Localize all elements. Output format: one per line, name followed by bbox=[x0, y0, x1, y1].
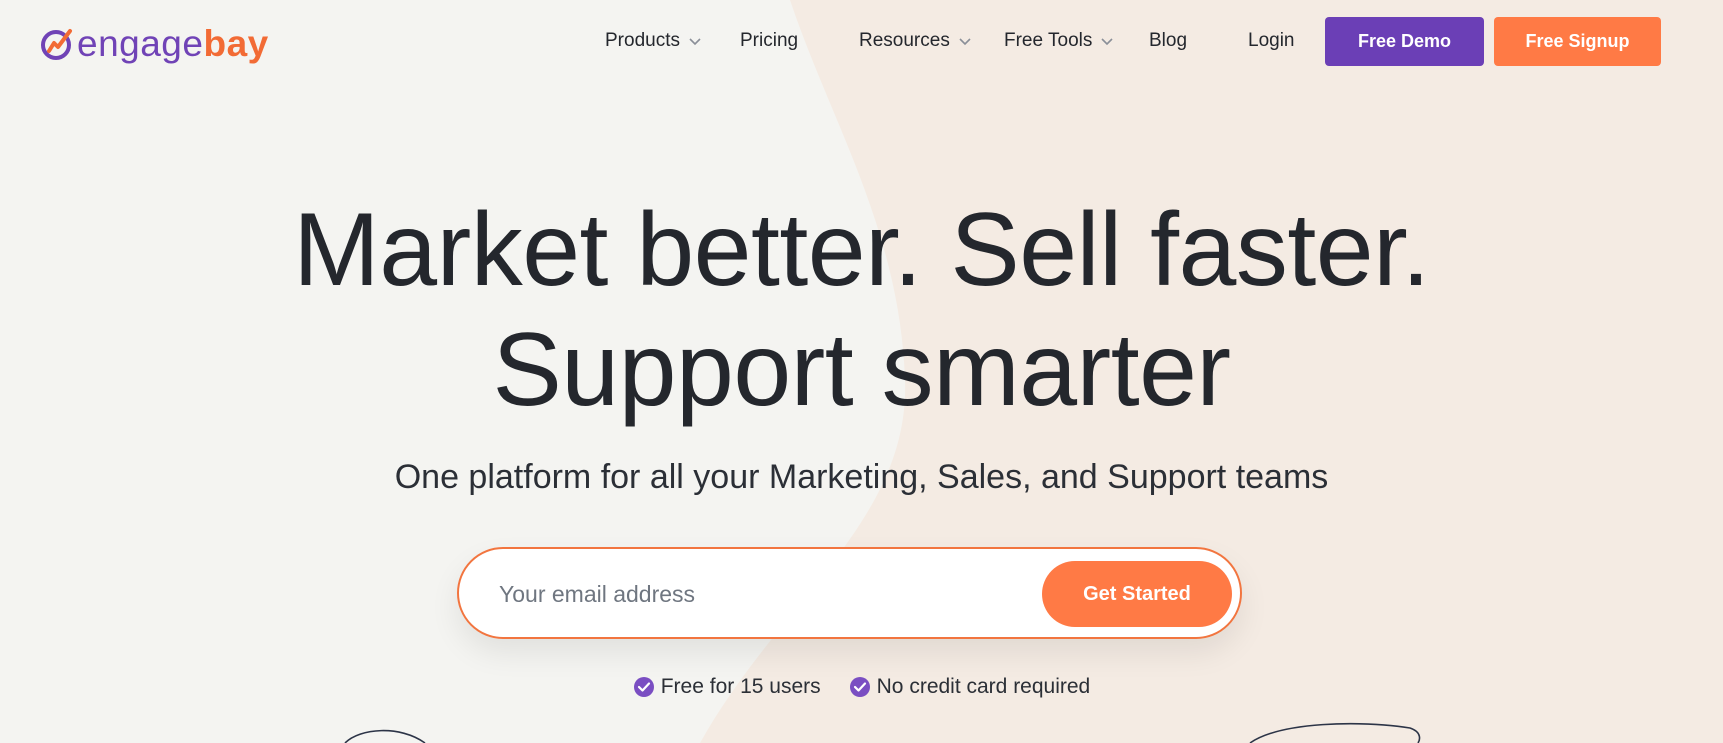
hero-headline: Market better. Sell faster. Support smar… bbox=[0, 190, 1723, 430]
chevron-down-icon bbox=[689, 38, 701, 46]
nav-products-label: Products bbox=[605, 30, 680, 51]
nav-pricing[interactable]: Pricing bbox=[740, 30, 798, 52]
nav-free-tools-label: Free Tools bbox=[1004, 30, 1093, 51]
perk-label: No credit card required bbox=[876, 675, 1091, 698]
nav-resources-label: Resources bbox=[859, 30, 950, 51]
headline-line-1: Market better. Sell faster. bbox=[293, 192, 1430, 308]
nav-pricing-label: Pricing bbox=[740, 30, 799, 51]
logo-wordmark: engagebay bbox=[77, 23, 269, 64]
email-input[interactable] bbox=[497, 571, 1021, 617]
signup-perks: Free for 15 users No credit card require… bbox=[0, 675, 1723, 699]
perk-item: Free for 15 users bbox=[633, 675, 821, 699]
free-signup-button[interactable]: Free Signup bbox=[1494, 17, 1661, 66]
nav-blog-label: Blog bbox=[1149, 30, 1188, 51]
decorative-sketch-lines bbox=[344, 722, 1421, 743]
nav-login[interactable]: Login bbox=[1248, 30, 1295, 52]
engagebay-logo[interactable]: engagebay bbox=[40, 22, 269, 66]
chevron-down-icon bbox=[959, 38, 971, 46]
perk-label: Free for 15 users bbox=[660, 675, 821, 698]
chevron-down-icon bbox=[1101, 38, 1113, 46]
check-circle-icon bbox=[849, 677, 870, 697]
top-navigation: engagebay Products Pricing Resources Fre… bbox=[0, 0, 1723, 84]
nav-login-label: Login bbox=[1248, 30, 1295, 51]
nav-products[interactable]: Products bbox=[605, 30, 701, 52]
nav-resources[interactable]: Resources bbox=[859, 30, 971, 52]
nav-blog[interactable]: Blog bbox=[1149, 30, 1187, 52]
nav-free-tools[interactable]: Free Tools bbox=[1004, 30, 1113, 52]
hero-subheadline: One platform for all your Marketing, Sal… bbox=[394, 458, 1329, 496]
free-demo-button[interactable]: Free Demo bbox=[1325, 17, 1484, 66]
get-started-button[interactable]: Get Started bbox=[1042, 561, 1232, 627]
email-signup-form: Get Started bbox=[457, 547, 1242, 639]
headline-line-2: Support smarter bbox=[492, 312, 1231, 428]
engagebay-logo-icon bbox=[41, 29, 72, 60]
check-circle-icon bbox=[633, 677, 654, 697]
perk-item: No credit card required bbox=[849, 675, 1091, 699]
